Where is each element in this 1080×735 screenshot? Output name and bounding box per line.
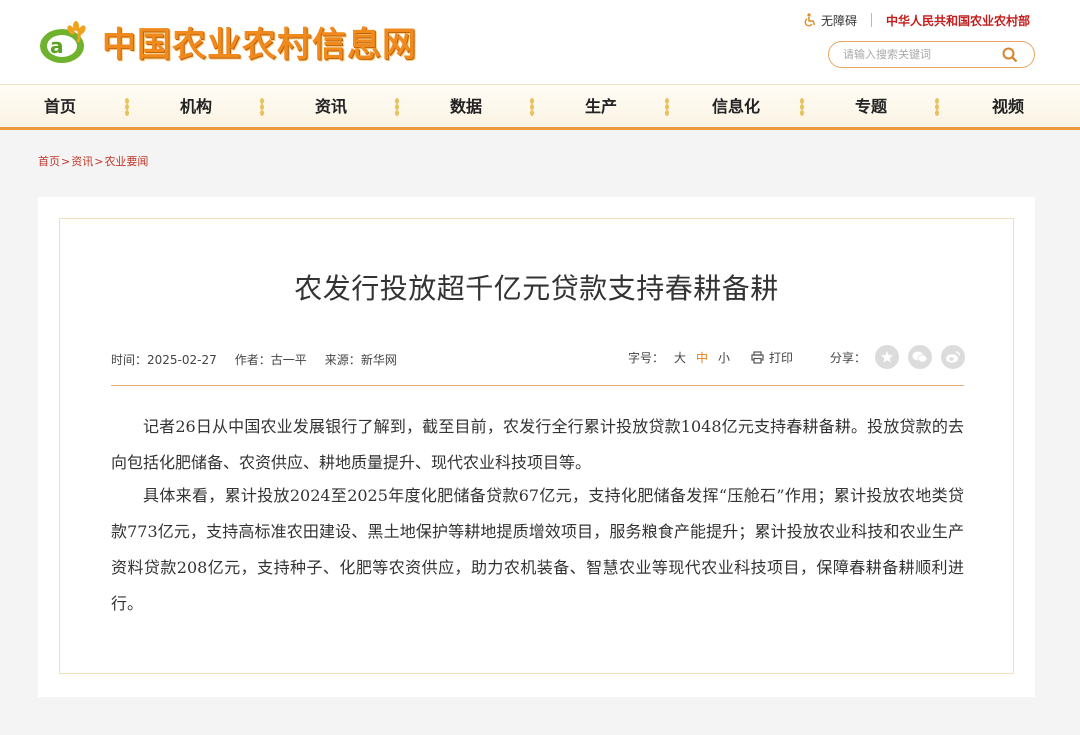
wheat-icon [395,98,399,116]
nav-item-home[interactable]: 首页 [44,85,76,128]
wheat-icon [935,98,939,116]
wheat-icon [800,98,804,116]
accessibility-link[interactable]: 无障碍 [803,12,857,29]
publish-time: 时间：2025-02-27 [111,351,217,368]
site-name: 中国农业农村信息网 [102,24,417,65]
accessibility-label: 无障碍 [820,13,857,28]
print-label: 打印 [769,351,794,365]
article-author: 作者：古一平 [235,351,307,368]
article-source: 来源：新华网 [325,351,397,368]
font-size-small[interactable]: 小 [718,349,730,366]
printer-icon [751,351,764,364]
source-value: 新华网 [360,353,397,367]
breadcrumb-news[interactable]: 资讯 [71,155,93,168]
font-size-label: 字号： [628,351,665,365]
article-frame: 农发行投放超千亿元贷款支持春耕备耕 时间：2025-02-27 作者：古一平 来… [59,218,1014,674]
search-icon [1002,47,1018,62]
article-paragraph: 记者26日从中国农业发展银行了解到，截至目前，农发行全行累计投放贷款1048亿元… [111,417,964,472]
nav-item-video[interactable]: 视频 [992,85,1024,128]
share-label: 分享： [830,350,867,365]
nav-item-news[interactable]: 资讯 [315,85,347,128]
search-box [828,41,1035,68]
article-card: 农发行投放超千亿元贷款支持春耕备耕 时间：2025-02-27 作者：古一平 来… [38,197,1035,697]
nav-item-organization[interactable]: 机构 [180,85,212,128]
nav-item-topics[interactable]: 专题 [855,85,887,128]
search-input[interactable] [829,48,999,61]
time-value: 2025-02-27 [147,353,217,367]
qq-share-button[interactable] [875,345,900,369]
ministry-link[interactable]: 中华人民共和国农业农村部 [886,12,1030,29]
top-links: 无障碍 中华人民共和国农业农村部 [803,10,1030,30]
source-label: 来源： [324,353,361,367]
wechat-share-button[interactable] [908,345,933,369]
breadcrumb-agri-news[interactable]: 农业要闻 [104,155,148,168]
article-body: 记者26日从中国农业发展银行了解到，截至目前，农发行全行累计投放贷款1048亿元… [111,409,964,622]
divider [870,13,872,27]
print-button[interactable]: 打印 [751,349,793,366]
article-meta: 时间：2025-02-27 作者：古一平 来源：新华网 [111,351,397,368]
wheat-icon [125,98,129,116]
search-button[interactable] [999,44,1021,66]
wechat-icon [912,351,928,363]
article-title: 农发行投放超千亿元贷款支持春耕备耕 [294,272,779,305]
font-size-selector: 字号： 大 中 小 [628,349,730,366]
nav-item-informatization[interactable]: 信息化 [712,85,760,128]
nav-item-data[interactable]: 数据 [450,85,482,128]
article-paragraph: 具体来看，累计投放2024至2025年度化肥储备贷款67亿元，支持化肥储备发挥“… [111,486,964,613]
breadcrumb-home[interactable]: 首页 [38,155,60,168]
font-size-medium[interactable]: 中 [696,349,708,366]
main-nav: 首页 机构 资讯 数据 生产 信息化 专题 视频 [0,84,1080,130]
nav-item-production[interactable]: 生产 [585,85,617,128]
weibo-share-button[interactable] [941,345,966,369]
wheelchair-icon [804,13,816,27]
breadcrumb-separator: > [94,155,104,168]
wheat-icon [530,98,534,116]
site-header: a 中国农业农村信息网 无障碍 中华人民共和国农业农村部 [0,0,1080,84]
logo-emblem-icon: a [40,21,86,63]
share-bar: 分享： [830,345,966,369]
breadcrumb-separator: > [61,155,71,168]
breadcrumb: 首页>资讯>农业要闻 [38,153,148,169]
wheat-icon [665,98,669,116]
font-size-large[interactable]: 大 [674,349,686,366]
author-value: 古一平 [270,353,307,367]
qq-icon [881,351,894,363]
author-label: 作者： [234,353,271,367]
svg-text:a: a [50,34,64,58]
time-label: 时间： [111,353,148,367]
weibo-icon [946,351,961,363]
site-logo[interactable]: a 中国农业农村信息网 [38,14,438,68]
wheat-icon [260,98,264,116]
meta-divider [111,385,964,386]
